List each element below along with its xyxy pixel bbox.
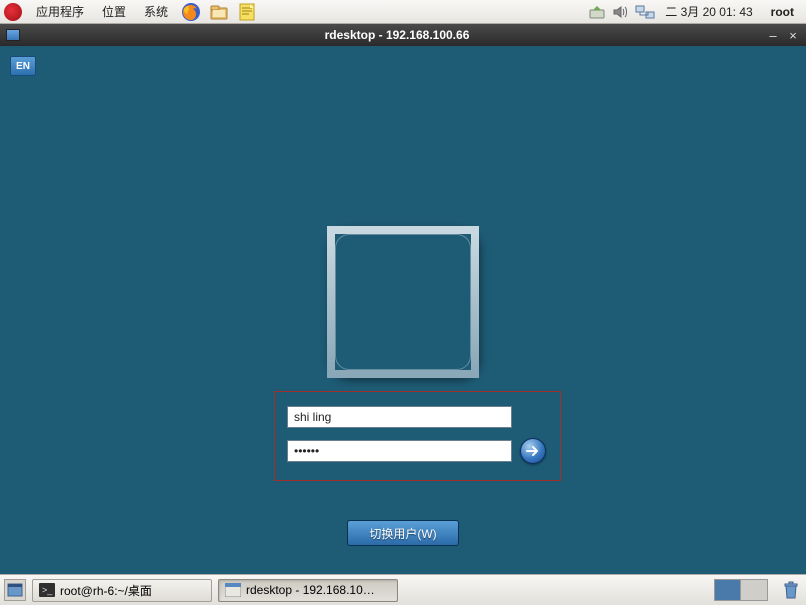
bottom-panel: >_ root@rh-6:~/桌面 rdesktop - 192.168.10… — [0, 574, 806, 605]
panel-tray: 二 3月 20 01: 43 root — [587, 3, 802, 21]
window-controls: – × — [766, 28, 800, 42]
update-icon[interactable] — [587, 3, 607, 21]
panel-menus: 应用程序 位置 系统 — [4, 1, 260, 23]
top-panel: 应用程序 位置 系统 二 3月 20 01: 43 root — [0, 0, 806, 24]
file-manager-icon[interactable] — [208, 1, 230, 23]
menu-applications[interactable]: 应用程序 — [28, 1, 92, 22]
taskbar-item-rdesktop[interactable]: rdesktop - 192.168.10… — [218, 579, 398, 602]
remote-desktop-area: EN 切换用户(W) — [0, 46, 806, 574]
show-desktop-button[interactable] — [4, 579, 26, 601]
login-form — [274, 391, 561, 481]
window-icon — [225, 583, 241, 597]
minimize-button[interactable]: – — [766, 28, 780, 42]
volume-icon[interactable] — [611, 3, 631, 21]
language-indicator[interactable]: EN — [10, 56, 36, 76]
close-button[interactable]: × — [786, 28, 800, 42]
taskbar-item-terminal[interactable]: >_ root@rh-6:~/桌面 — [32, 579, 212, 602]
clock[interactable]: 二 3月 20 01: 43 — [659, 3, 758, 20]
password-input[interactable] — [287, 440, 512, 462]
switch-user-button[interactable]: 切换用户(W) — [347, 520, 459, 546]
workspace-1[interactable] — [715, 580, 741, 600]
workspace-2[interactable] — [741, 580, 767, 600]
menu-places[interactable]: 位置 — [94, 1, 134, 22]
distro-icon[interactable] — [4, 3, 22, 21]
svg-text:>_: >_ — [42, 585, 53, 595]
user-menu[interactable]: root — [763, 5, 802, 19]
user-avatar-frame — [327, 226, 479, 378]
task-label: rdesktop - 192.168.10… — [246, 583, 375, 597]
notes-icon[interactable] — [236, 1, 258, 23]
window-icon — [6, 29, 20, 41]
workspace-switcher[interactable] — [714, 579, 768, 601]
network-icon[interactable] — [635, 3, 655, 21]
arrow-right-icon — [526, 445, 540, 457]
window-titlebar[interactable]: rdesktop - 192.168.100.66 – × — [0, 24, 806, 46]
trash-icon[interactable] — [780, 579, 802, 601]
username-input[interactable] — [287, 406, 512, 428]
terminal-icon: >_ — [39, 583, 55, 597]
menu-system[interactable]: 系统 — [136, 1, 176, 22]
window-title: rdesktop - 192.168.100.66 — [28, 28, 766, 42]
submit-button[interactable] — [520, 438, 546, 464]
firefox-icon[interactable] — [180, 1, 202, 23]
task-label: root@rh-6:~/桌面 — [60, 582, 152, 599]
